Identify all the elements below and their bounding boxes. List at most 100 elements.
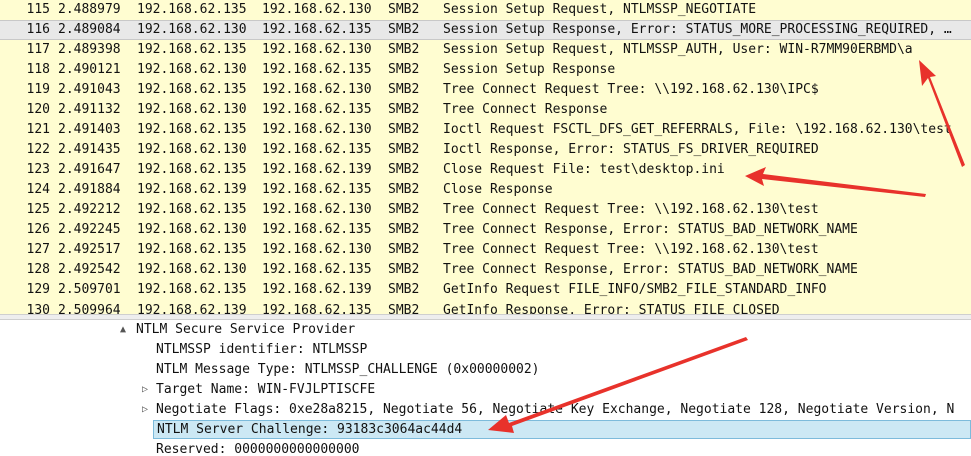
packet-destination: 192.168.62.139 [262,162,372,177]
packet-source: 192.168.62.135 [137,282,247,297]
packet-source: 192.168.62.130 [137,222,247,237]
packet-row[interactable]: 119 2.491043 192.168.62.135 192.168.62.130 S… [0,80,971,100]
packet-source: 192.168.62.135 [137,2,247,17]
packet-row[interactable]: 125 2.492212 192.168.62.135 192.168.62.130 S… [0,200,971,220]
packet-info: GetInfo Request FILE_INFO/SMB2_FILE_STAN… [443,282,827,297]
packet-destination: 192.168.62.130 [262,82,372,97]
packet-row[interactable]: 124 2.491884 192.168.62.139 192.168.62.135 S… [0,180,971,200]
packet-protocol: SMB2 [388,82,420,97]
packet-time: 2.492212 [58,202,121,217]
packet-protocol: SMB2 [388,282,420,297]
packet-protocol: SMB2 [388,22,420,37]
packet-row[interactable]: 120 2.491132 192.168.62.130 192.168.62.135 S… [0,100,971,120]
packet-protocol: SMB2 [388,62,420,77]
packet-source: 192.168.62.135 [137,162,247,177]
packet-row[interactable]: 115 2.488979 192.168.62.135 192.168.62.130 S… [0,0,971,20]
packet-no: 127 [26,242,50,257]
packet-row[interactable]: 121 2.491403 192.168.62.135 192.168.62.130 S… [0,120,971,140]
packet-info: Session Setup Request, NTLMSSP_AUTH, Use… [443,42,913,57]
packet-time: 2.491884 [58,182,121,197]
packet-no: 124 [26,182,50,197]
packet-row[interactable]: 118 2.490121 192.168.62.130 192.168.62.135 S… [0,60,971,80]
packet-source: 192.168.62.139 [137,303,247,314]
packet-row[interactable]: 122 2.491435 192.168.62.130 192.168.62.135 S… [0,140,971,160]
packet-destination: 192.168.62.135 [262,262,372,277]
packet-details-pane[interactable]: ▲ NTLM Secure Service Provider NTLMSSP i… [0,320,971,456]
packet-time: 2.491435 [58,142,121,157]
packet-time: 2.490121 [58,62,121,77]
detail-label: Reserved: 0000000000000000 [156,442,360,456]
packet-row[interactable]: 117 2.489398 192.168.62.135 192.168.62.130 S… [0,40,971,60]
packet-source: 192.168.62.135 [137,242,247,257]
packet-info: Close Response [443,182,553,197]
packet-source: 192.168.62.135 [137,122,247,137]
packet-time: 2.491647 [58,162,121,177]
detail-reserved[interactable]: Reserved: 0000000000000000 [156,440,360,456]
packet-row[interactable]: 129 2.509701 192.168.62.135 192.168.62.139 S… [0,280,971,300]
packet-info: Tree Connect Response, Error: STATUS_BAD… [443,222,858,237]
packet-info: Tree Connect Response [443,102,608,117]
packet-no: 118 [26,62,50,77]
packet-info: Ioctl Response, Error: STATUS_FS_DRIVER_… [443,142,819,157]
packet-time: 2.491132 [58,102,121,117]
detail-message-type[interactable]: NTLM Message Type: NTLMSSP_CHALLENGE (0x… [156,360,540,380]
packet-info: Tree Connect Request Tree: \\192.168.62.… [443,202,819,217]
packet-protocol: SMB2 [388,303,420,314]
detail-server-challenge[interactable]: NTLM Server Challenge: 93183c3064ac44d4 [153,420,971,439]
detail-label: Negotiate Flags: 0xe28a8215, Negotiate 5… [156,402,955,417]
packet-source: 192.168.62.135 [137,42,247,57]
packet-no: 130 [26,303,50,314]
packet-row[interactable]: 127 2.492517 192.168.62.135 192.168.62.130 S… [0,240,971,260]
packet-no: 129 [26,282,50,297]
packet-list[interactable]: 115 2.488979 192.168.62.135 192.168.62.130 S… [0,0,971,314]
packet-time: 2.509701 [58,282,121,297]
packet-info: GetInfo Response, Error: STATUS_FILE_CLO… [443,303,780,314]
detail-section-label: NTLM Secure Service Provider [136,322,356,337]
packet-info: Tree Connect Response, Error: STATUS_BAD… [443,262,858,277]
packet-time: 2.492245 [58,222,121,237]
expand-triangle-icon[interactable]: ▲ [120,320,126,340]
detail-label: NTLM Server Challenge: 93183c3064ac44d4 [157,422,463,437]
packet-destination: 192.168.62.130 [262,242,372,257]
packet-destination: 192.168.62.135 [262,222,372,237]
packet-protocol: SMB2 [388,2,420,17]
packet-time: 2.492517 [58,242,121,257]
packet-protocol: SMB2 [388,242,420,257]
collapsed-triangle-icon[interactable]: ▷ [142,380,148,400]
packet-destination: 192.168.62.135 [262,303,372,314]
packet-row[interactable]: 130 2.509964 192.168.62.139 192.168.62.135 S… [0,300,971,314]
packet-destination: 192.168.62.139 [262,282,372,297]
packet-destination: 192.168.62.130 [262,122,372,137]
packet-destination: 192.168.62.135 [262,142,372,157]
packet-no: 125 [26,202,50,217]
packet-row[interactable]: 126 2.492245 192.168.62.130 192.168.62.135 S… [0,220,971,240]
packet-info: Close Request File: test\desktop.ini [443,162,725,177]
packet-source: 192.168.62.130 [137,262,247,277]
packet-row[interactable]: 123 2.491647 192.168.62.135 192.168.62.139 S… [0,160,971,180]
detail-label: NTLMSSP identifier: NTLMSSP [156,342,368,357]
packet-protocol: SMB2 [388,142,420,157]
packet-no: 117 [26,42,50,57]
collapsed-triangle-icon[interactable]: ▷ [142,400,148,420]
packet-no: 128 [26,262,50,277]
packet-time: 2.489084 [58,22,121,37]
detail-ntlmssp-identifier[interactable]: NTLMSSP identifier: NTLMSSP [156,340,367,360]
packet-protocol: SMB2 [388,102,420,117]
packet-no: 126 [26,222,50,237]
packet-destination: 192.168.62.135 [262,22,372,37]
packet-row[interactable]: 128 2.492542 192.168.62.130 192.168.62.135 S… [0,260,971,280]
packet-destination: 192.168.62.135 [262,62,372,77]
packet-source: 192.168.62.130 [137,62,247,77]
packet-source: 192.168.62.135 [137,202,247,217]
packet-source: 192.168.62.130 [137,22,247,37]
packet-row[interactable]: 116 2.489084 192.168.62.130 192.168.62.135 S… [0,20,971,40]
packet-time: 2.488979 [58,2,121,17]
detail-label: Target Name: WIN-FVJLPTISCFE [156,382,376,397]
packet-time: 2.491043 [58,82,121,97]
packet-destination: 192.168.62.135 [262,102,372,117]
packet-protocol: SMB2 [388,262,420,277]
packet-info: Session Setup Response, Error: STATUS_MO… [443,22,952,37]
packet-source: 192.168.62.130 [137,102,247,117]
packet-info: Ioctl Request FSCTL_DFS_GET_REFERRALS, F… [443,122,952,137]
packet-destination: 192.168.62.130 [262,2,372,17]
